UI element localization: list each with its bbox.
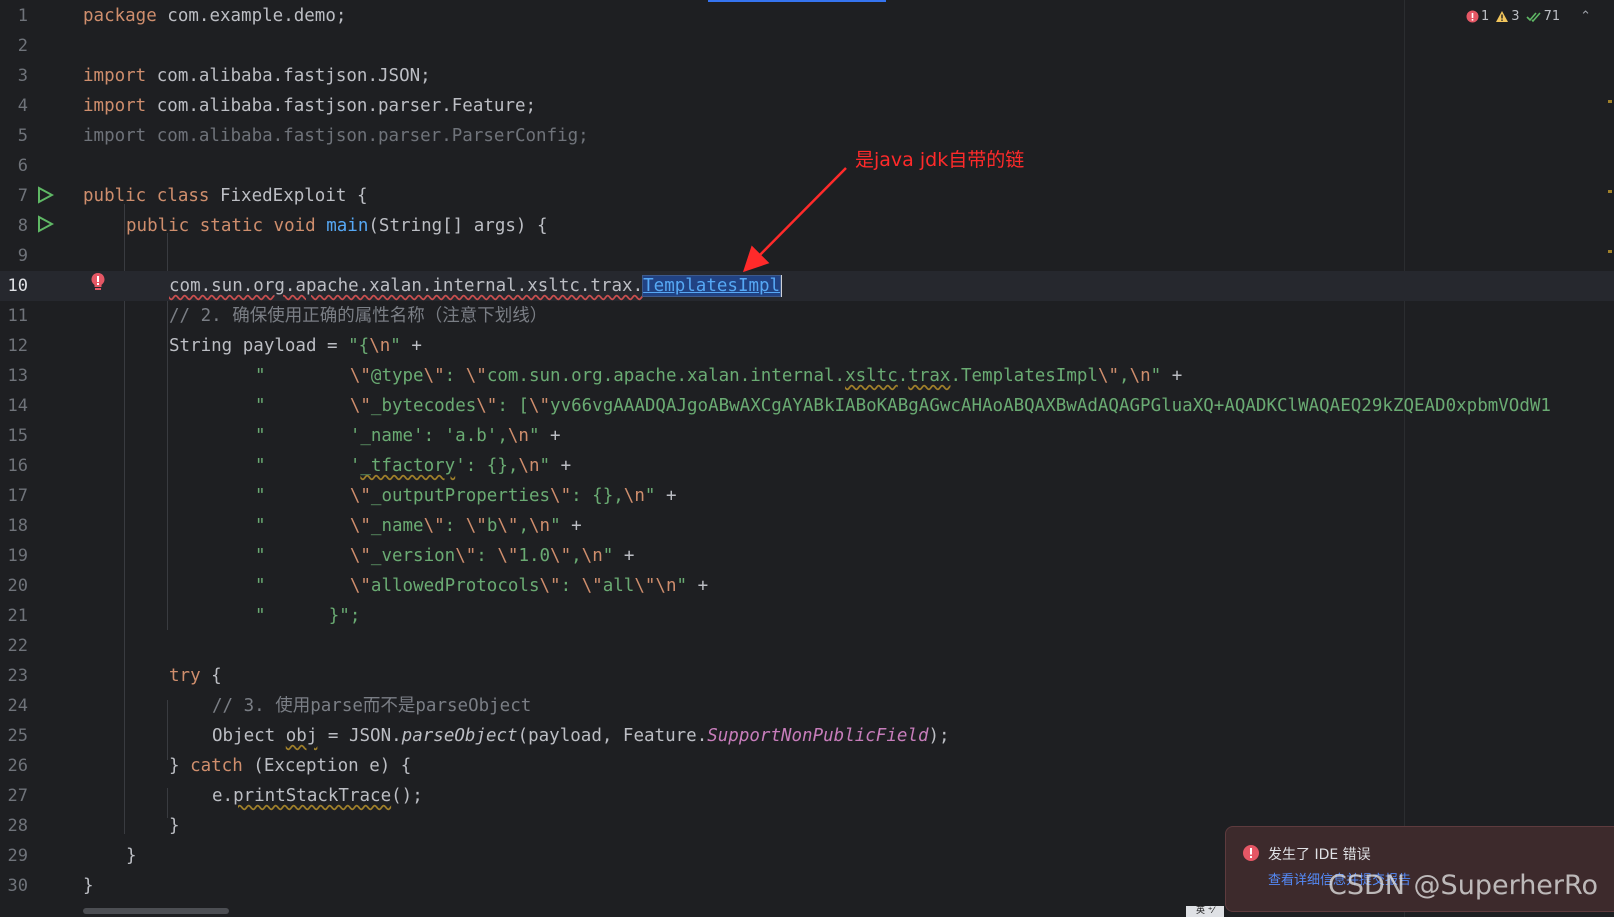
ime-indicator: 英 ⁺⁄ bbox=[1186, 906, 1224, 917]
annotation-arrow bbox=[742, 167, 847, 273]
notification-title: 发生了 IDE 错误 bbox=[1268, 847, 1371, 863]
error-icon bbox=[1243, 845, 1259, 861]
annotation-text: 是java jdk自带的链 bbox=[855, 149, 1025, 171]
watermark: CSDN @SuperherRo bbox=[1328, 870, 1599, 901]
horizontal-scrollbar[interactable] bbox=[83, 908, 229, 914]
